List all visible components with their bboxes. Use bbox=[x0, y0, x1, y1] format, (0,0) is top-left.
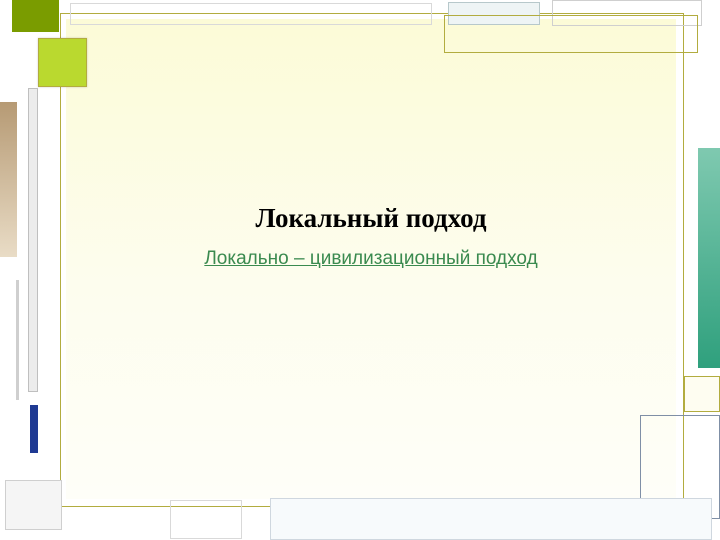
deco-bottom-left-box bbox=[5, 480, 62, 530]
deco-right-green bbox=[698, 148, 720, 368]
deco-bottom-wide bbox=[270, 498, 712, 540]
slide-title: Локальный подход bbox=[66, 203, 676, 234]
deco-bar-top-inset bbox=[444, 15, 698, 53]
deco-left-thin bbox=[16, 280, 19, 400]
deco-square-olive bbox=[12, 0, 59, 32]
deco-right-square bbox=[684, 376, 720, 412]
deco-square-lime bbox=[38, 38, 87, 87]
deco-bar-top-1 bbox=[70, 3, 432, 25]
deco-left-blue bbox=[30, 405, 38, 453]
deco-left-brown bbox=[0, 102, 17, 257]
deco-left-gray bbox=[28, 88, 38, 392]
deco-bottom-small bbox=[170, 500, 242, 539]
slide-subtitle-link[interactable]: Локально – цивилизационный подход bbox=[66, 248, 676, 270]
